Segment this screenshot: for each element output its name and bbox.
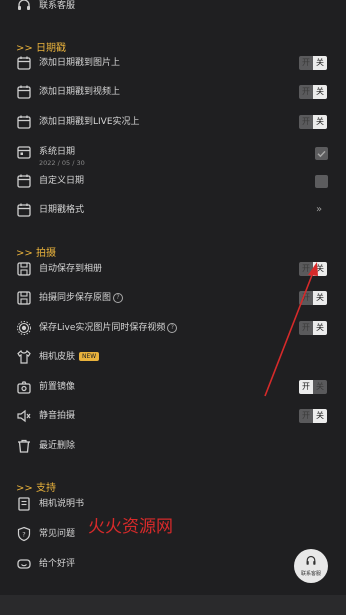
annotation-arrow: [264, 262, 318, 397]
bottom-bar: [0, 595, 346, 615]
